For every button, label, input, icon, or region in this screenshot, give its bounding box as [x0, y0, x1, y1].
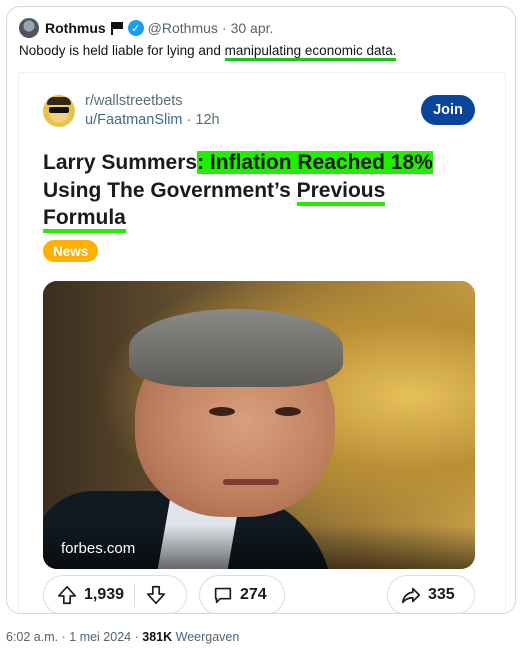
- post-username[interactable]: u/FaatmanSlim: [85, 112, 183, 128]
- comment-count: 274: [240, 586, 267, 603]
- tweet-footer: 6:02 a.m. · 1 mei 2024 · 381K Weergaven: [6, 630, 240, 644]
- post-image[interactable]: forbes.com: [43, 281, 475, 569]
- separator-dot: ·: [221, 20, 227, 36]
- tweet-card[interactable]: Rothmus ✓ @Rothmus · 30 apr. Nobody is h…: [6, 6, 516, 614]
- headline-part-2: : Inflation Reached 18%: [197, 151, 433, 174]
- tweet-text-plain: Nobody is held liable for lying and: [19, 43, 225, 58]
- post-time[interactable]: 6:02 a.m.: [6, 630, 58, 644]
- author-handle[interactable]: @Rothmus: [148, 20, 218, 36]
- comment-bubble-icon: [214, 587, 232, 604]
- headline-part-1: Larry Summers: [43, 151, 198, 174]
- vote-control: 1,939: [43, 575, 187, 613]
- reddit-post-embed[interactable]: r/wallstreetbets u/FaatmanSlim · 12h Joi…: [19, 73, 505, 613]
- subreddit-avatar[interactable]: [43, 95, 75, 127]
- downvote-arrow-icon[interactable]: [145, 584, 167, 606]
- join-button[interactable]: Join: [421, 95, 475, 125]
- headline-part-4: Previous: [296, 178, 386, 206]
- image-source-label[interactable]: forbes.com: [61, 540, 135, 557]
- flag-icon: [110, 21, 124, 35]
- share-button[interactable]: 335: [387, 575, 475, 613]
- tweet-date[interactable]: 30 apr.: [231, 20, 274, 36]
- author-name[interactable]: Rothmus: [45, 20, 106, 36]
- post-headline[interactable]: Larry Summers: Inflation Reached 18% Usin…: [43, 149, 483, 233]
- views-count: 381K: [142, 630, 173, 644]
- post-age: 12h: [195, 112, 220, 128]
- upvote-arrow-icon[interactable]: [56, 584, 78, 606]
- headline-part-3: Using The Government’s: [43, 178, 297, 202]
- comments-button[interactable]: 274: [199, 575, 285, 613]
- post-actions: 1,939 274 335: [43, 575, 475, 613]
- tweet-header: Rothmus ✓ @Rothmus · 30 apr.: [19, 17, 273, 39]
- post-flair[interactable]: News: [43, 240, 99, 262]
- headline-part-5: Formula: [43, 206, 126, 233]
- author-avatar[interactable]: [19, 18, 39, 38]
- share-count: 335: [428, 586, 455, 603]
- upvote-count: 1,939: [84, 586, 125, 603]
- post-date[interactable]: 1 mei 2024: [69, 630, 131, 644]
- tweet-text-underlined: manipulating economic data.: [224, 43, 397, 61]
- post-author: u/FaatmanSlim · 12h: [85, 112, 220, 128]
- subreddit-name[interactable]: r/wallstreetbets: [85, 93, 183, 109]
- views-label: Weergaven: [172, 630, 240, 644]
- verified-badge-icon: ✓: [127, 20, 144, 36]
- tweet-text: Nobody is held liable for lying and mani…: [19, 43, 397, 61]
- share-arrow-icon: [401, 587, 421, 604]
